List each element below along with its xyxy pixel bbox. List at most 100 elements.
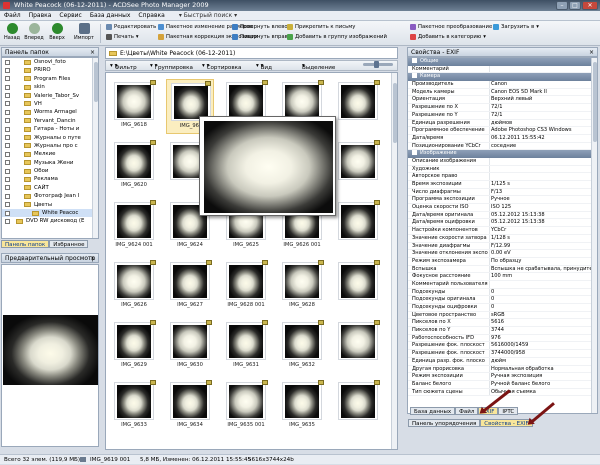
property-row[interactable]: Подсекунды 0 xyxy=(408,288,597,297)
thumbnail-item[interactable] xyxy=(334,379,382,434)
thumbnail-item[interactable]: IMG_9633 xyxy=(110,379,158,434)
folder-checkbox[interactable] xyxy=(5,101,10,107)
folder-tree-item[interactable]: VH xyxy=(2,100,98,108)
tab-organize-panel[interactable]: Панель упорядочения xyxy=(408,419,481,427)
batch-convert-button[interactable]: Пакетное преобразование xyxy=(410,24,492,30)
menu-database[interactable]: База данных xyxy=(90,12,131,19)
select-button[interactable]: Выделение ▾ xyxy=(302,63,335,71)
thumbnail-item[interactable]: IMG_9632 xyxy=(278,319,326,374)
grid-scrollbar[interactable] xyxy=(391,73,397,449)
folder-tree-item[interactable]: Гитара - Ноты и xyxy=(2,125,98,133)
property-row[interactable]: Модель камеры Canon EOS 5D Mark II xyxy=(408,88,597,97)
properties-section[interactable]: Изображение xyxy=(408,150,597,158)
property-row[interactable]: Дата/время оцифровки 05.12.2012 15:13:38 xyxy=(408,219,597,228)
path-bar[interactable]: E:\Цветы\White Peacock (06-12-2011) xyxy=(105,47,398,59)
close-button[interactable]: ✕ xyxy=(582,1,598,10)
folder-checkbox[interactable] xyxy=(5,151,10,157)
tab-database[interactable]: База данных xyxy=(410,407,456,415)
thumbnail-item[interactable]: IMG_9630 xyxy=(166,319,214,374)
folder-scrollbar[interactable] xyxy=(92,58,98,238)
tab-folders[interactable]: Панель папок xyxy=(1,240,50,248)
properties-section[interactable]: Камера xyxy=(408,73,597,82)
property-row[interactable]: Производитель Canon xyxy=(408,81,597,89)
folder-checkbox[interactable] xyxy=(5,93,10,99)
properties-scroll-thumb[interactable] xyxy=(593,62,597,142)
properties-scrollbar[interactable] xyxy=(591,58,597,413)
import-button[interactable]: Импорт xyxy=(72,23,96,41)
property-row[interactable]: Значение отклонения экспоз 0.00 eV xyxy=(408,250,597,258)
property-row[interactable]: Подсекунды оцифровки 0 xyxy=(408,304,597,312)
folder-checkbox[interactable] xyxy=(5,218,10,224)
property-row[interactable]: Настройки компонентов YCbCr xyxy=(408,227,597,235)
property-row[interactable]: Дата/время 06.12.2011 15:55:42 xyxy=(408,134,597,143)
thumbnail-item[interactable]: IMG_9624 001 xyxy=(110,199,158,254)
thumbnail-item[interactable]: IMG_9634 xyxy=(166,379,214,434)
folder-tree-item[interactable]: Yervant_Dancin xyxy=(2,117,98,125)
property-row[interactable]: Число диафрагмы F/13 xyxy=(408,188,597,197)
folder-checkbox[interactable] xyxy=(5,84,10,90)
thumbnail-item[interactable]: IMG_9626 xyxy=(110,259,158,314)
thumbnail-item[interactable]: IMG_9620 xyxy=(110,139,158,194)
property-row[interactable]: Разрешение по Y 72/1 xyxy=(408,111,597,120)
forward-button[interactable]: Вперед xyxy=(24,23,44,41)
maximize-button[interactable]: □ xyxy=(569,1,581,10)
folder-checkbox[interactable] xyxy=(5,135,10,141)
menu-help[interactable]: Справка xyxy=(138,12,164,19)
filter-button[interactable]: ▾ Фильтр ▾ xyxy=(110,63,137,71)
view-button[interactable]: ▾ Вид ▾ xyxy=(256,63,272,71)
close-icon[interactable]: × xyxy=(589,48,594,57)
property-row[interactable]: Пикселов по X 5616 xyxy=(408,319,597,328)
folder-tree-item[interactable]: Фотограф Jean I xyxy=(2,192,98,200)
property-row[interactable]: Разрешение по X 72/1 xyxy=(408,104,597,112)
thumbnail-item[interactable]: IMG_9628 xyxy=(278,259,326,314)
property-row[interactable]: Баланс белого Ручной баланс белого xyxy=(408,380,597,389)
quick-search[interactable]: ▾ Быстрый поиск ▾ xyxy=(179,12,237,19)
folder-checkbox[interactable] xyxy=(5,126,10,132)
thumbnail-item[interactable]: IMG_9635 xyxy=(278,379,326,434)
thumbnail-item[interactable] xyxy=(334,259,382,314)
close-icon[interactable]: × xyxy=(90,254,95,263)
folder-checkbox[interactable] xyxy=(5,143,10,149)
thumbnail-item[interactable] xyxy=(334,319,382,374)
folder-tree-item[interactable]: Обои xyxy=(2,167,98,175)
property-row[interactable]: Режим экспозиции Ручная экспозиция xyxy=(408,373,597,381)
property-row[interactable]: Комментарий пользователя xyxy=(408,280,597,289)
tab-favorites[interactable]: Избранное xyxy=(49,240,89,248)
folder-tree-item[interactable]: Журналы о путе xyxy=(2,134,98,142)
attach-email-button[interactable]: Прикрепить к письму xyxy=(287,24,355,30)
thumbnail-item[interactable]: IMG_9629 xyxy=(110,319,158,374)
thumbnail-item[interactable] xyxy=(334,139,382,194)
property-row[interactable]: Ориентация Верхний левый xyxy=(408,96,597,105)
folder-checkbox[interactable] xyxy=(5,210,10,216)
up-button[interactable]: Вверх xyxy=(47,23,67,41)
property-row[interactable]: Время экспозиции 1/125 s xyxy=(408,181,597,189)
property-row[interactable]: Программа экспозиции Ручное xyxy=(408,196,597,205)
folder-checkbox[interactable] xyxy=(5,176,10,182)
folder-tree-item[interactable]: Osnovi_foto xyxy=(2,58,98,66)
folder-scroll-thumb[interactable] xyxy=(94,62,98,102)
folder-tree-item[interactable]: DVD RW дисковод (E xyxy=(2,217,98,225)
thumbnail-item[interactable]: IMG_9635 001 xyxy=(222,379,270,434)
folder-tree-item[interactable]: САЙТ xyxy=(2,184,98,192)
thumbnail-item[interactable]: IMG_9618 xyxy=(110,79,158,134)
property-row[interactable]: Разрешение фок. плоскост 3744000/958 xyxy=(408,350,597,358)
upload-button[interactable]: Загрузить в ▾ xyxy=(493,24,539,30)
property-row[interactable]: Единица разр. фок. плоско дюйм xyxy=(408,357,597,366)
property-row[interactable]: Оценка скорости ISO ISO 125 xyxy=(408,204,597,212)
folder-checkbox[interactable] xyxy=(5,168,10,174)
folder-checkbox[interactable] xyxy=(5,76,10,82)
thumbnail-item[interactable]: IMG_9628 001 xyxy=(222,259,270,314)
print-button[interactable]: Печать ▾ xyxy=(106,34,139,40)
collapse-icon[interactable] xyxy=(412,58,417,63)
folder-tree-item[interactable]: Реклама xyxy=(2,175,98,183)
property-row[interactable]: Фокусное расстояние 100 mm xyxy=(408,273,597,281)
folder-tree-item[interactable]: White Peacoc xyxy=(2,209,98,218)
folder-tree-item[interactable]: Program Files xyxy=(2,75,98,83)
folder-tree-item[interactable]: Цветы xyxy=(2,201,98,209)
property-row[interactable]: Комментарий xyxy=(408,65,597,74)
properties-section[interactable]: Общие xyxy=(408,58,597,66)
rotate-right-button[interactable]: Повернуть вправо xyxy=(232,34,291,40)
property-row[interactable]: Единица разрешения дюймов xyxy=(408,119,597,128)
menu-edit[interactable]: Правка xyxy=(29,12,52,19)
property-row[interactable]: Цветовое пространство sRGB xyxy=(408,311,597,320)
